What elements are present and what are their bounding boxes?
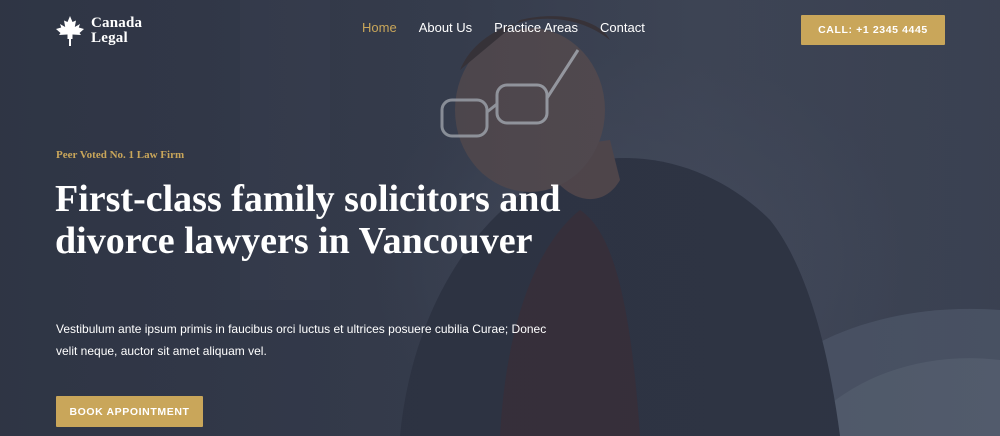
hero-eyebrow: Peer Voted No. 1 Law Firm (56, 149, 185, 161)
brand-name-line1: Canada (91, 15, 143, 31)
nav-item-home[interactable]: Home (362, 20, 397, 35)
main-nav: Home About Us Practice Areas Contact (362, 20, 645, 35)
hero-headline: First-class family solicitors and divorc… (55, 178, 561, 262)
maple-leaf-icon (56, 16, 84, 46)
book-appointment-button[interactable]: BOOK APPOINTMENT (56, 396, 203, 427)
nav-item-practice-areas[interactable]: Practice Areas (494, 20, 578, 35)
nav-item-about-us[interactable]: About Us (419, 20, 472, 35)
call-button[interactable]: CALL: +1 2345 4445 (801, 15, 945, 45)
hero-description: Vestibulum ante ipsum primis in faucibus… (56, 322, 547, 358)
brand-logo[interactable]: Canada Legal (55, 14, 142, 48)
brand-name-line2: Legal (91, 30, 128, 46)
nav-item-contact[interactable]: Contact (600, 20, 645, 35)
brand-name: Canada Legal (91, 16, 142, 46)
